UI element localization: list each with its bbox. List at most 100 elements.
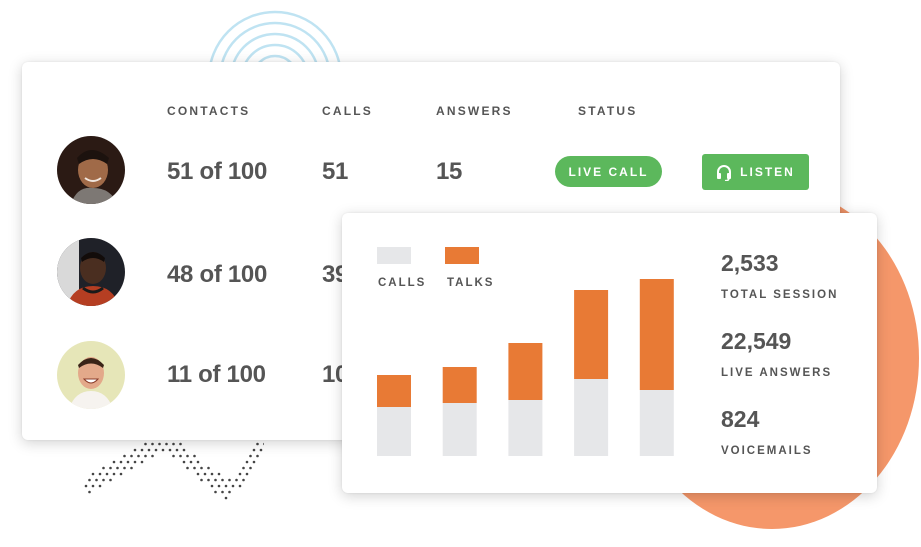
pattern-dot (224, 484, 228, 488)
pattern-dot (186, 454, 189, 458)
contacts-value: 11 of 100 (167, 361, 266, 388)
pattern-dot (133, 448, 137, 452)
status-badge-live-call: LIVE CALL (555, 156, 662, 187)
pattern-dot (182, 460, 186, 464)
bar-calls-1 (377, 407, 411, 456)
pattern-dot (200, 466, 203, 470)
listen-button[interactable]: LISTEN (702, 154, 809, 190)
pattern-dot (217, 484, 221, 488)
pattern-dot (126, 460, 130, 464)
pattern-dot (207, 466, 210, 470)
pattern-dot (200, 478, 203, 482)
pattern-dot (221, 490, 224, 494)
stat-value: 2,533 (721, 250, 779, 276)
contacts-value: 51 of 100 (167, 158, 268, 185)
headset-icon (717, 164, 732, 181)
pattern-dot (242, 478, 245, 482)
pattern-dot (102, 478, 105, 482)
stat-value: 22,549 (721, 328, 792, 354)
legend-label-calls: CALLS (378, 277, 427, 289)
pattern-dot (151, 442, 154, 446)
pattern-dot (193, 466, 196, 470)
stat-label: LIVE ANSWERS (721, 367, 833, 379)
pattern-dot (231, 484, 235, 488)
column-header-calls: CALLS (322, 104, 373, 118)
column-header-contacts: CONTACTS (167, 104, 251, 118)
bar-calls-3 (508, 400, 543, 456)
pattern-dot (210, 472, 214, 476)
pattern-dot (88, 490, 91, 494)
avatar (57, 136, 125, 204)
pattern-dot (161, 448, 165, 452)
pattern-dot (168, 448, 172, 452)
pattern-dot (189, 460, 193, 464)
pattern-dot (123, 466, 126, 470)
pattern-dot (252, 460, 256, 464)
pattern-dot (228, 490, 231, 494)
pattern-dot (186, 466, 189, 470)
pattern-dot (172, 442, 175, 446)
pattern-dot (172, 454, 175, 458)
pattern-dot (263, 442, 264, 446)
column-header-status: STATUS (578, 104, 638, 118)
pattern-dot (98, 472, 102, 476)
bar-calls-2 (442, 403, 477, 456)
column-header-answers: ANSWERS (436, 104, 513, 118)
bar-talks-1 (377, 375, 411, 407)
pattern-dot (105, 472, 109, 476)
pattern-dot (133, 460, 137, 464)
pattern-dot (102, 466, 105, 470)
pattern-dot (109, 478, 112, 482)
pattern-dot (140, 448, 144, 452)
pattern-dot (119, 472, 123, 476)
pattern-dot (252, 448, 256, 452)
pattern-dot (154, 448, 158, 452)
pattern-dot (112, 472, 116, 476)
answers-value: 15 (436, 158, 463, 185)
pattern-dot (88, 478, 91, 482)
pattern-dot (249, 454, 252, 458)
stats-chart-card: CALLS TALKS 2,533 TOTAL SESSION 22,549 L… (342, 213, 877, 493)
pattern-dot (144, 442, 147, 446)
pattern-dot (238, 484, 242, 488)
pattern-dot (245, 460, 249, 464)
pattern-dot (112, 460, 116, 464)
pattern-dot (245, 472, 249, 476)
pattern-dot (196, 472, 200, 476)
pattern-dot (238, 472, 242, 476)
decorative-rings (208, 10, 342, 70)
stat-label: VOICEMAILS (721, 445, 813, 457)
legend-label-talks: TALKS (447, 277, 495, 289)
pattern-dot (179, 454, 182, 458)
pattern-dot (217, 472, 221, 476)
pattern-dot (95, 478, 98, 482)
pattern-dot (84, 484, 88, 488)
pattern-dot (210, 484, 214, 488)
decorative-dot-pattern (84, 436, 264, 500)
pattern-dot (242, 466, 245, 470)
pattern-dot (123, 454, 126, 458)
pattern-dot (256, 454, 259, 458)
pattern-dot (207, 478, 210, 482)
pattern-dot (130, 466, 133, 470)
pattern-dot (193, 454, 196, 458)
pattern-dot (203, 472, 207, 476)
calls-value: 51 (322, 158, 349, 185)
bar-talks-2 (442, 367, 477, 403)
pattern-dot (259, 448, 263, 452)
listen-button-label: LISTEN (740, 165, 795, 179)
pattern-dot (144, 454, 147, 458)
bar-calls-5 (639, 390, 674, 456)
pattern-dot (137, 454, 140, 458)
pattern-dot (179, 442, 182, 446)
pattern-dot (182, 448, 186, 452)
bar-talks-5 (639, 279, 674, 390)
pattern-dot (228, 478, 231, 482)
pattern-dot (119, 460, 123, 464)
pattern-dot (91, 472, 95, 476)
stat-label: TOTAL SESSION (721, 289, 839, 301)
pattern-dot (224, 496, 228, 500)
pattern-dot (158, 442, 161, 446)
bar-talks-4 (574, 290, 609, 379)
pattern-dot (221, 478, 224, 482)
